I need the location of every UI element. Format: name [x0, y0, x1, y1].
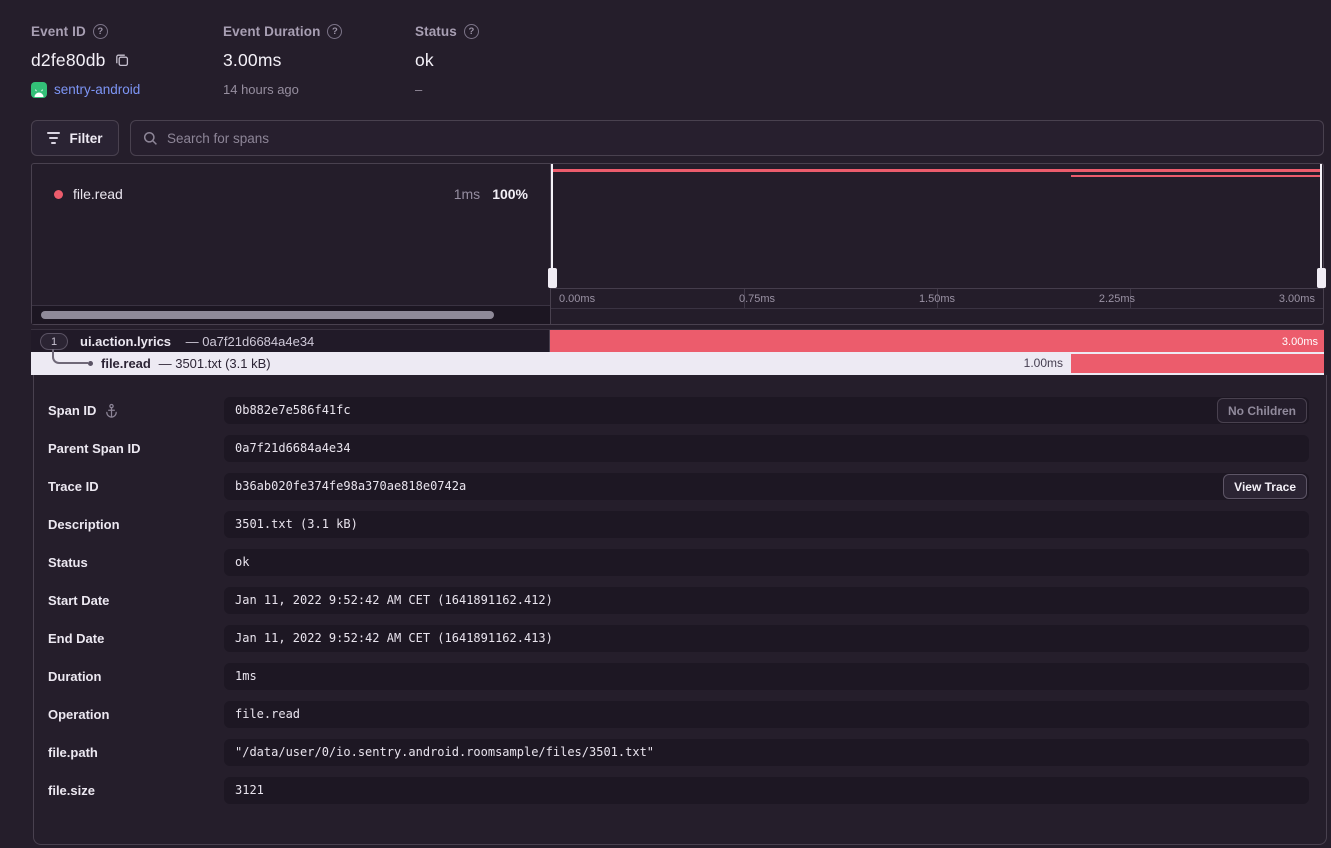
- detail-row: Parent Span ID 0a7f21d6684a4e34: [34, 435, 1326, 462]
- detail-row: Trace ID b36ab020fe374fe98a370ae818e0742…: [34, 473, 1326, 500]
- horizontal-scrollbar-thumb[interactable]: [41, 311, 494, 319]
- detail-value: file.read: [224, 701, 1309, 728]
- span-description: — 0a7f21d6684a4e34: [182, 334, 314, 349]
- detail-label: Operation: [48, 707, 109, 722]
- detail-value: 3121: [224, 777, 1309, 804]
- span-row-root[interactable]: 1 ui.action.lyrics — 0a7f21d6684a4e34 3.…: [31, 329, 1324, 352]
- span-duration-label: 1.00ms: [1024, 356, 1063, 370]
- search-input[interactable]: [167, 131, 1311, 146]
- detail-row: file.size 3121: [34, 777, 1326, 804]
- detail-label: Duration: [48, 669, 101, 684]
- minimap-span-bar-child: [1071, 175, 1321, 177]
- span-row-selected[interactable]: file.read — 3501.txt (3.1 kB) 1.00ms: [31, 352, 1324, 375]
- detail-label: End Date: [48, 631, 104, 646]
- ops-breakdown-row: file.read 1ms 100%: [32, 184, 550, 204]
- status-label: Status: [415, 24, 457, 39]
- project-link[interactable]: sentry-android: [54, 82, 140, 97]
- event-id-block: Event ID ? d2fe80db sentry-android: [31, 22, 140, 98]
- filter-icon: [47, 132, 60, 144]
- detail-value: "/data/user/0/io.sentry.android.roomsamp…: [224, 739, 1309, 766]
- status-value: ok: [415, 50, 434, 71]
- event-duration-value: 3.00ms: [223, 50, 282, 71]
- time-axis: 0.00ms 0.75ms 1.50ms 2.25ms 3.00ms: [551, 288, 1323, 309]
- span-details-panel: Span ID 0b882e7e586f41fc No Children: [33, 375, 1327, 845]
- event-duration-block: Event Duration ? 3.00ms 14 hours ago: [223, 22, 342, 98]
- detail-row: Operation file.read: [34, 701, 1326, 728]
- detail-value: b36ab020fe374fe98a370ae818e0742a: [224, 473, 1309, 500]
- detail-value: 3501.txt (3.1 kB): [224, 511, 1309, 538]
- detail-row: Status ok: [34, 549, 1326, 576]
- detail-value: Jan 11, 2022 9:52:42 AM CET (1641891162.…: [224, 625, 1309, 652]
- status-block: Status ? ok –: [415, 22, 479, 98]
- viewport-handle-right[interactable]: [1320, 164, 1322, 288]
- detail-row: End Date Jan 11, 2022 9:52:42 AM CET (16…: [34, 625, 1326, 652]
- axis-tick-label: 3.00ms: [1279, 293, 1315, 305]
- span-search: [130, 120, 1324, 156]
- help-icon[interactable]: ?: [464, 24, 479, 39]
- detail-label: file.path: [48, 745, 98, 760]
- detail-label: Start Date: [48, 593, 109, 608]
- detail-row: Description 3501.txt (3.1 kB): [34, 511, 1326, 538]
- detail-row: Span ID 0b882e7e586f41fc No Children: [34, 397, 1326, 424]
- detail-row: Start Date Jan 11, 2022 9:52:42 AM CET (…: [34, 587, 1326, 614]
- span-operation: file.read: [101, 356, 151, 371]
- minimap-chart[interactable]: [551, 164, 1323, 288]
- view-trace-button[interactable]: View Trace: [1223, 474, 1307, 499]
- axis-tick-label: 1.50ms: [919, 293, 955, 305]
- help-icon[interactable]: ?: [327, 24, 342, 39]
- detail-value: 1ms: [224, 663, 1309, 690]
- axis-tick-label: 2.25ms: [1099, 293, 1135, 305]
- detail-label: Description: [48, 517, 120, 532]
- copy-icon[interactable]: [114, 52, 130, 68]
- op-name: file.read: [73, 186, 123, 202]
- detail-row: Duration 1ms: [34, 663, 1326, 690]
- detail-value: ok: [224, 549, 1309, 576]
- detail-value: Jan 11, 2022 9:52:42 AM CET (1641891162.…: [224, 587, 1309, 614]
- span-duration-bar[interactable]: [1071, 354, 1324, 373]
- detail-label: Trace ID: [48, 479, 99, 494]
- span-detail-page: Event ID ? d2fe80db sentry-android: [0, 0, 1331, 848]
- span-children-count-badge[interactable]: 1: [40, 333, 68, 350]
- ops-breakdown-panel: file.read 1ms 100%: [32, 164, 550, 324]
- tree-connector: [52, 349, 88, 364]
- event-duration-label: Event Duration: [223, 24, 320, 39]
- viewport-handle-left[interactable]: [551, 164, 553, 288]
- span-duration-bar[interactable]: 3.00ms: [550, 330, 1324, 353]
- search-icon: [143, 131, 158, 146]
- event-id-value: d2fe80db: [31, 50, 106, 71]
- status-sub: –: [415, 82, 422, 97]
- filter-button[interactable]: Filter: [31, 120, 119, 156]
- span-operation: ui.action.lyrics: [80, 334, 171, 349]
- detail-label: file.size: [48, 783, 95, 798]
- anchor-icon[interactable]: [104, 403, 119, 418]
- detail-label: Parent Span ID: [48, 441, 140, 456]
- minimap-span-bar-root: [552, 169, 1321, 172]
- span-description: — 3501.txt (3.1 kB): [155, 356, 271, 371]
- op-color-dot: [54, 190, 63, 199]
- detail-value: 0b882e7e586f41fc: [224, 397, 1309, 424]
- filter-button-label: Filter: [69, 131, 102, 146]
- minimap-timeline[interactable]: 0.00ms 0.75ms 1.50ms 2.25ms 3.00ms: [551, 164, 1323, 324]
- detail-value: 0a7f21d6684a4e34: [224, 435, 1309, 462]
- op-percent: 100%: [492, 186, 528, 202]
- event-id-label: Event ID: [31, 24, 86, 39]
- trace-minimap: file.read 1ms 100% 0.00ms 0.75ms 1.50ms 2.2…: [31, 163, 1324, 325]
- help-icon[interactable]: ?: [93, 24, 108, 39]
- detail-row: file.path "/data/user/0/io.sentry.androi…: [34, 739, 1326, 766]
- detail-label: Span ID: [48, 403, 96, 418]
- op-duration: 1ms: [454, 186, 480, 202]
- detail-label: Status: [48, 555, 88, 570]
- tree-connector-dot: [88, 361, 93, 366]
- no-children-badge: No Children: [1217, 398, 1307, 423]
- event-age: 14 hours ago: [223, 82, 299, 97]
- span-duration-label: 3.00ms: [1282, 336, 1318, 348]
- horizontal-scrollbar-track[interactable]: [32, 305, 550, 324]
- axis-tick-label: 0.75ms: [739, 293, 775, 305]
- axis-tick-label: 0.00ms: [559, 293, 595, 305]
- android-platform-icon: [31, 82, 47, 98]
